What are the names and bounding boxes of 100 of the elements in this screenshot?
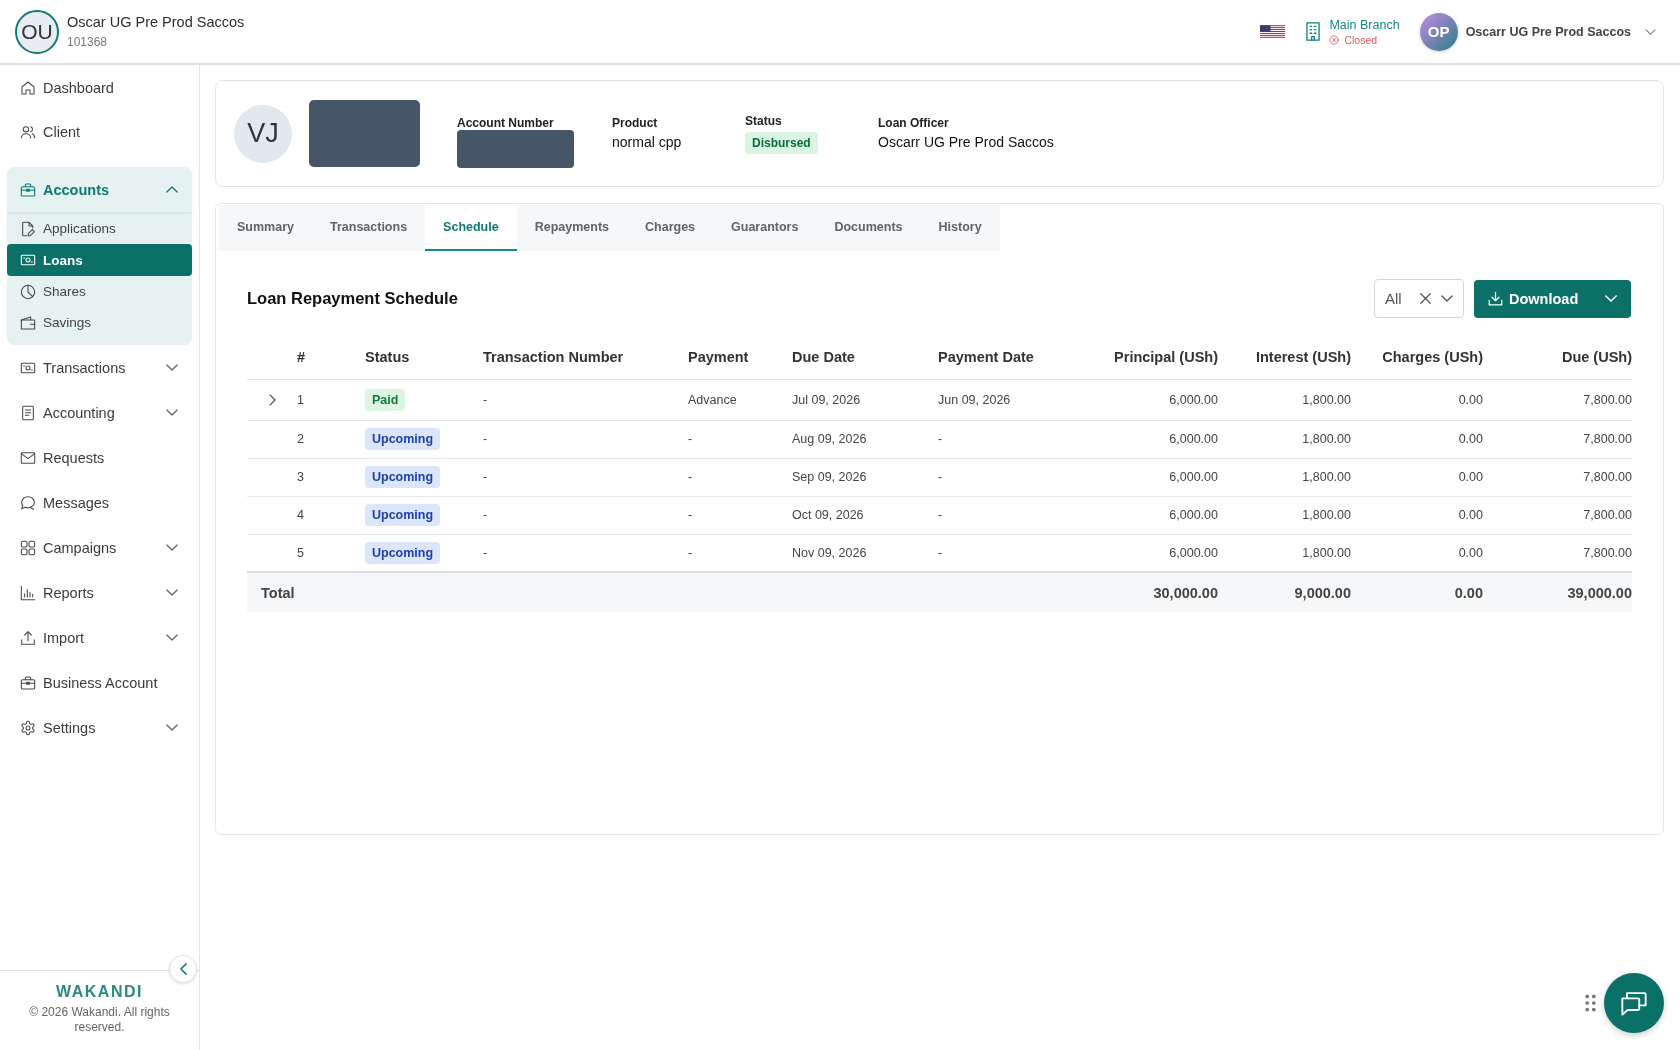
flag-icon[interactable] xyxy=(1260,25,1286,38)
table-cell: 0.00 xyxy=(1351,458,1483,496)
table-cell: - xyxy=(483,420,688,458)
org-name: Oscar UG Pre Prod Saccos xyxy=(67,14,245,30)
table-cell: Oct 09, 2026 xyxy=(792,496,938,534)
chevron-down-icon[interactable] xyxy=(1645,28,1656,35)
field-label: Status xyxy=(745,114,782,128)
table-header-cell: Interest (USh) xyxy=(1218,335,1351,379)
chat-icon xyxy=(1620,989,1648,1017)
tab[interactable]: Summary xyxy=(219,205,312,251)
table-cell: - xyxy=(688,496,792,534)
grid-icon xyxy=(20,539,36,556)
chevron-down-icon xyxy=(1605,295,1617,302)
chat-button[interactable] xyxy=(1604,973,1664,1033)
table-header-cell: Due (USh) xyxy=(1483,335,1632,379)
tab[interactable]: Guarantors xyxy=(713,205,817,251)
download-icon xyxy=(1488,291,1503,306)
table-cell: 0.00 xyxy=(1351,379,1483,420)
status-badge: Upcoming xyxy=(365,428,441,450)
collapse-button[interactable] xyxy=(169,955,197,983)
sidebar-item[interactable]: Reports xyxy=(0,570,199,615)
table-cell: 30,000.00 xyxy=(1100,572,1218,612)
table-cell: 9,000.00 xyxy=(1218,572,1351,612)
chevron-down-icon[interactable] xyxy=(1441,295,1453,302)
sidebar-item[interactable]: Loans xyxy=(7,244,192,276)
field-label: Product xyxy=(612,116,658,130)
chevron-right-icon[interactable] xyxy=(269,393,276,406)
table-cell: 7,800.00 xyxy=(1483,420,1632,458)
table-cell: 1,800.00 xyxy=(1218,458,1351,496)
sidebar-item[interactable]: Savings xyxy=(7,307,192,338)
user-name: Oscarr UG Pre Prod Saccos xyxy=(1465,24,1631,39)
table-cell: Advance xyxy=(688,379,792,420)
client-avatar: VJ xyxy=(234,104,292,163)
table-cell: 1,800.00 xyxy=(1218,496,1351,534)
briefcase-icon xyxy=(20,674,36,691)
table-cell: 6,000.00 xyxy=(1100,379,1218,420)
table-cell: - xyxy=(688,420,792,458)
tab[interactable]: Transactions xyxy=(312,205,426,251)
field-value: Oscarr UG Pre Prod Saccos xyxy=(878,134,1054,150)
clear-icon[interactable] xyxy=(1420,293,1431,304)
bar-chart-icon xyxy=(20,584,36,601)
sidebar-item[interactable]: Messages xyxy=(0,480,199,525)
field-value: normal cpp xyxy=(612,134,682,150)
total-label: Total xyxy=(247,572,1100,612)
download-button[interactable]: Download xyxy=(1474,279,1631,318)
table-cell: 0.00 xyxy=(1351,420,1483,458)
tab[interactable]: Documents xyxy=(816,205,921,251)
field-label: Loan Officer xyxy=(878,116,949,130)
table-header-cell: Due Date xyxy=(792,335,938,379)
table-header-cell: Payment xyxy=(688,335,792,379)
table-header-cell: # xyxy=(297,335,365,379)
sidebar-item[interactable]: Accounting xyxy=(0,390,199,435)
table-cell: 0.00 xyxy=(1351,572,1483,612)
table-cell: 0.00 xyxy=(1351,496,1483,534)
table-cell: 6,000.00 xyxy=(1100,496,1218,534)
table-header-cell: Payment Date xyxy=(938,335,1100,379)
status-badge: Paid xyxy=(365,388,406,411)
table-header-cell: Charges (USh) xyxy=(1351,335,1483,379)
home-icon xyxy=(20,80,36,96)
org-code: 101368 xyxy=(67,35,109,49)
table-cell: - xyxy=(688,458,792,496)
table-cell: - xyxy=(938,420,1100,458)
status-badge: Upcoming xyxy=(365,504,441,526)
upload-icon xyxy=(20,629,36,646)
status-badge: Upcoming xyxy=(365,541,441,564)
tab[interactable]: History xyxy=(920,205,1000,251)
org-avatar: OU xyxy=(15,9,59,54)
sidebar-item[interactable]: Import xyxy=(0,615,199,660)
tab[interactable]: Schedule xyxy=(425,205,517,251)
user-avatar: OP xyxy=(1419,12,1458,51)
sidebar-item[interactable]: Requests xyxy=(0,435,199,480)
filter-select[interactable]: All xyxy=(1374,279,1464,318)
building-icon xyxy=(1306,22,1321,41)
tab[interactable]: Repayments xyxy=(516,205,628,251)
drag-handle-icon[interactable] xyxy=(1585,994,1596,1012)
copyright-text: © 2026 Wakandi. All rights reserved. xyxy=(28,1005,171,1035)
sidebar-item[interactable]: Settings xyxy=(0,705,199,750)
table-cell: - xyxy=(483,496,688,534)
section-title: Loan Repayment Schedule xyxy=(247,289,458,308)
users-icon xyxy=(20,124,36,140)
sidebar-item[interactable]: Business Account xyxy=(0,660,199,705)
sidebar-item[interactable]: Client xyxy=(0,110,199,154)
table-header-cell: Transaction Number xyxy=(483,335,688,379)
table-cell: 39,000.00 xyxy=(1483,572,1632,612)
table-cell: 6,000.00 xyxy=(1100,458,1218,496)
sidebar-item[interactable]: Dashboard xyxy=(0,66,199,110)
table-cell: 7,800.00 xyxy=(1483,458,1632,496)
sidebar-item[interactable]: Accounts xyxy=(7,167,192,213)
table-header-cell: Principal (USh) xyxy=(1100,335,1218,379)
table-cell: - xyxy=(483,458,688,496)
wallet-icon xyxy=(20,314,36,331)
sidebar-item[interactable]: Applications xyxy=(7,213,192,244)
pie-chart-icon xyxy=(20,283,36,300)
status-badge: Disbursed xyxy=(745,132,818,154)
sidebar-item[interactable]: Shares xyxy=(7,276,192,307)
sidebar-item[interactable]: Campaigns xyxy=(0,525,199,570)
tab[interactable]: Charges xyxy=(627,205,714,251)
table-cell: 7,800.00 xyxy=(1483,496,1632,534)
table-cell: Jul 09, 2026 xyxy=(792,379,938,420)
sidebar-item[interactable]: Transactions xyxy=(0,345,199,390)
